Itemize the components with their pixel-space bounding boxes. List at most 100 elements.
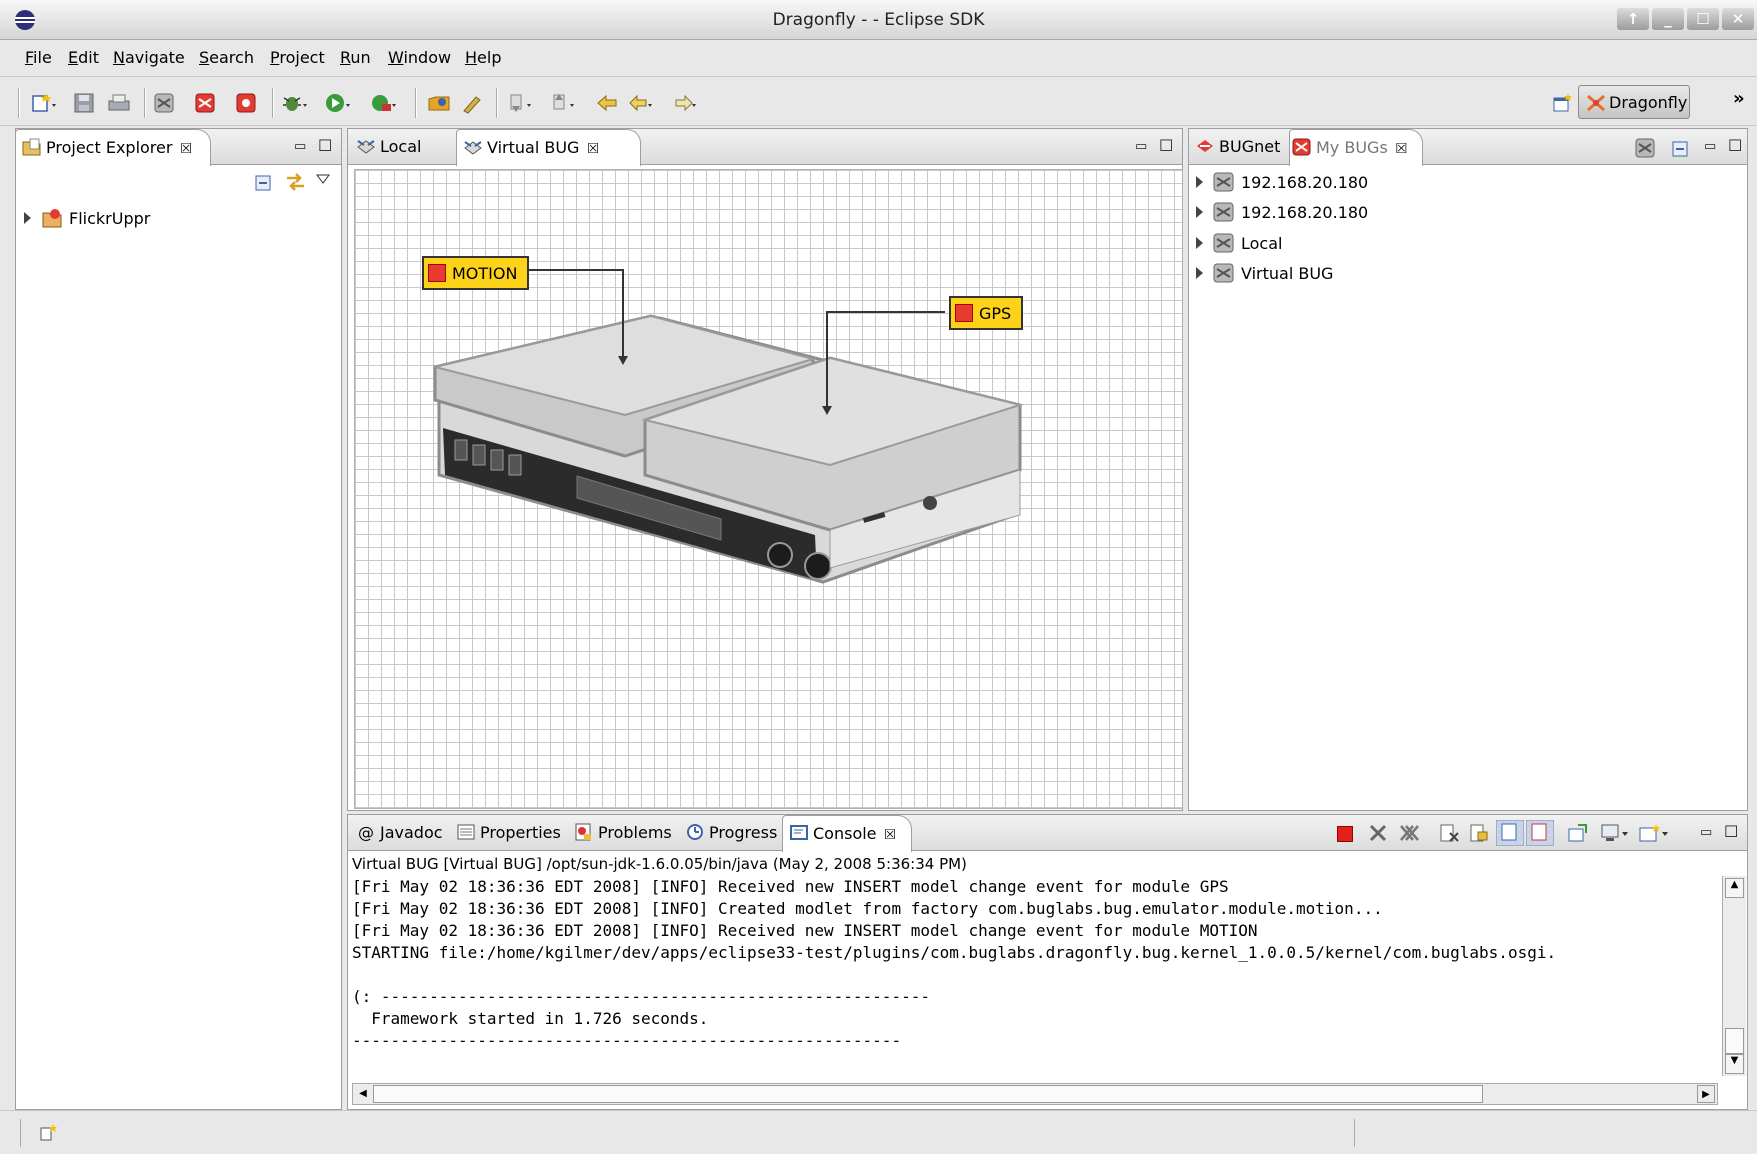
remove-all-icon[interactable]: [1397, 823, 1421, 843]
module-motion[interactable]: MOTION: [422, 256, 529, 290]
tree-item-local[interactable]: Local: [1196, 233, 1282, 253]
link-with-editor-icon[interactable]: [284, 171, 308, 193]
debug-icon[interactable]: [281, 92, 307, 114]
tree-item-virtual-bug[interactable]: Virtual BUG: [1196, 263, 1333, 283]
collapse-all-icon[interactable]: [1671, 139, 1691, 159]
horizontal-scrollbar[interactable]: ◀ ▶: [352, 1083, 1718, 1105]
tab-label: Properties: [480, 823, 561, 842]
tab-label: Local: [380, 137, 422, 156]
tab-label: Virtual BUG: [487, 138, 580, 157]
new-icon[interactable]: [30, 92, 56, 114]
previous-annotation-icon[interactable]: [550, 92, 576, 114]
bug-view-icon: [357, 140, 375, 154]
window-close-button[interactable]: ✕: [1722, 8, 1754, 30]
maximize-icon[interactable]: ☐: [1159, 136, 1173, 155]
tab-bugnet[interactable]: BUGnet: [1193, 129, 1289, 165]
expand-arrow-icon[interactable]: [24, 212, 31, 224]
menu-window[interactable]: Window: [388, 48, 451, 67]
tab-virtual-bug[interactable]: Virtual BUG ⮽: [456, 129, 641, 166]
remove-launch-icon[interactable]: [1367, 823, 1389, 843]
scroll-thumb[interactable]: [373, 1085, 1483, 1103]
next-annotation-icon[interactable]: [507, 92, 533, 114]
menu-navigate[interactable]: Navigate: [113, 48, 185, 67]
tab-progress[interactable]: Progress: [681, 815, 781, 851]
menu-project[interactable]: Project: [270, 48, 325, 67]
minimize-icon[interactable]: ▭: [1135, 139, 1147, 154]
console-tabstrip: @ Javadoc Properties Problems Progress Co…: [348, 815, 1747, 852]
bug-connect-icon[interactable]: [152, 92, 178, 114]
minimize-icon[interactable]: ▭: [1704, 139, 1716, 154]
window-up-button[interactable]: ↑: [1617, 8, 1649, 30]
back-icon[interactable]: [628, 92, 654, 114]
terminate-icon[interactable]: [1337, 826, 1353, 842]
menu-file[interactable]: File: [25, 48, 52, 67]
window-maximize-button[interactable]: ☐: [1687, 8, 1719, 30]
minimize-icon[interactable]: ▭: [1700, 825, 1712, 840]
menu-edit[interactable]: Edit: [68, 48, 99, 67]
tab-properties[interactable]: Properties: [452, 815, 568, 851]
tab-project-explorer[interactable]: Project Explorer ⮽: [15, 129, 211, 166]
tab-javadoc[interactable]: @ Javadoc: [352, 815, 452, 851]
scroll-up-icon[interactable]: ▲: [1725, 878, 1744, 898]
close-icon[interactable]: ⮽: [180, 141, 191, 157]
last-edit-icon[interactable]: [595, 92, 621, 114]
bug-red-icon[interactable]: [193, 92, 219, 114]
fast-view-icon[interactable]: [38, 1123, 60, 1143]
console-output[interactable]: [Fri May 02 18:36:36 EDT 2008] [INFO] Re…: [348, 876, 1720, 1074]
run-icon[interactable]: [324, 92, 350, 114]
close-icon[interactable]: ⮽: [885, 827, 896, 843]
expand-arrow-icon[interactable]: [1196, 206, 1203, 218]
search-icon[interactable]: [460, 92, 486, 114]
tab-local[interactable]: Local: [352, 129, 452, 165]
collapse-all-icon[interactable]: [254, 173, 274, 193]
perspective-dragonfly-button[interactable]: Dragonfly: [1578, 85, 1690, 119]
clear-console-icon[interactable]: [1438, 823, 1460, 843]
tree-item-bug[interactable]: 192.168.20.180: [1196, 202, 1368, 222]
maximize-icon[interactable]: ☐: [1724, 822, 1738, 841]
minimize-icon[interactable]: ▭: [294, 139, 306, 154]
bug-send-icon[interactable]: [234, 92, 260, 114]
toolbar-separator: [496, 88, 498, 118]
open-console-icon[interactable]: [1638, 823, 1670, 843]
bug-device-body: [433, 314, 1024, 584]
open-type-icon[interactable]: [427, 92, 453, 114]
show-on-stdout-icon[interactable]: [1496, 820, 1524, 846]
window-minimize-button[interactable]: _: [1652, 8, 1684, 30]
close-icon[interactable]: ⮽: [587, 141, 598, 157]
expand-arrow-icon[interactable]: [1196, 267, 1203, 279]
tab-console[interactable]: Console ⮽: [782, 815, 912, 852]
save-icon[interactable]: [72, 92, 98, 114]
scroll-down-icon[interactable]: ▼: [1725, 1054, 1744, 1074]
module-gps[interactable]: GPS: [949, 296, 1023, 330]
menu-help[interactable]: Help: [465, 48, 501, 67]
virtual-bug-canvas[interactable]: MOTION GPS: [354, 169, 1183, 809]
scroll-right-icon[interactable]: ▶: [1697, 1085, 1715, 1103]
vertical-scrollbar[interactable]: ▲ ▼: [1722, 876, 1746, 1076]
tree-item-bug[interactable]: 192.168.20.180: [1196, 172, 1368, 192]
close-icon[interactable]: ⮽: [1396, 141, 1407, 157]
tree-item-label: Local: [1241, 234, 1283, 253]
bug-connection-icon[interactable]: [1634, 137, 1656, 159]
open-perspective-icon[interactable]: [1550, 92, 1576, 114]
tab-problems[interactable]: Problems: [570, 815, 678, 851]
scroll-lock-icon[interactable]: [1468, 823, 1490, 843]
scroll-left-icon[interactable]: ◀: [354, 1085, 372, 1103]
maximize-icon[interactable]: ☐: [1728, 136, 1742, 155]
show-on-stderr-icon[interactable]: [1526, 820, 1554, 846]
menu-run[interactable]: Run: [340, 48, 371, 67]
display-console-icon[interactable]: [1600, 823, 1630, 843]
view-menu-icon[interactable]: [316, 173, 330, 185]
perspective-overflow[interactable]: »: [1733, 88, 1745, 109]
maximize-icon[interactable]: ☐: [318, 136, 332, 155]
print-icon[interactable]: [106, 92, 132, 114]
tree-item-flickruppr[interactable]: FlickrUppr: [24, 208, 150, 228]
expand-arrow-icon[interactable]: [1196, 237, 1203, 249]
scroll-thumb[interactable]: [1725, 1028, 1744, 1054]
external-tools-icon[interactable]: [370, 92, 396, 114]
forward-icon[interactable]: [672, 92, 698, 114]
tab-my-bugs[interactable]: My BUGs ⮽: [1289, 129, 1423, 166]
menu-search[interactable]: Search: [199, 48, 254, 67]
console-line: [Fri May 02 18:36:36 EDT 2008] [INFO] Cr…: [352, 899, 1383, 918]
pin-console-icon[interactable]: [1566, 823, 1588, 843]
expand-arrow-icon[interactable]: [1196, 176, 1203, 188]
